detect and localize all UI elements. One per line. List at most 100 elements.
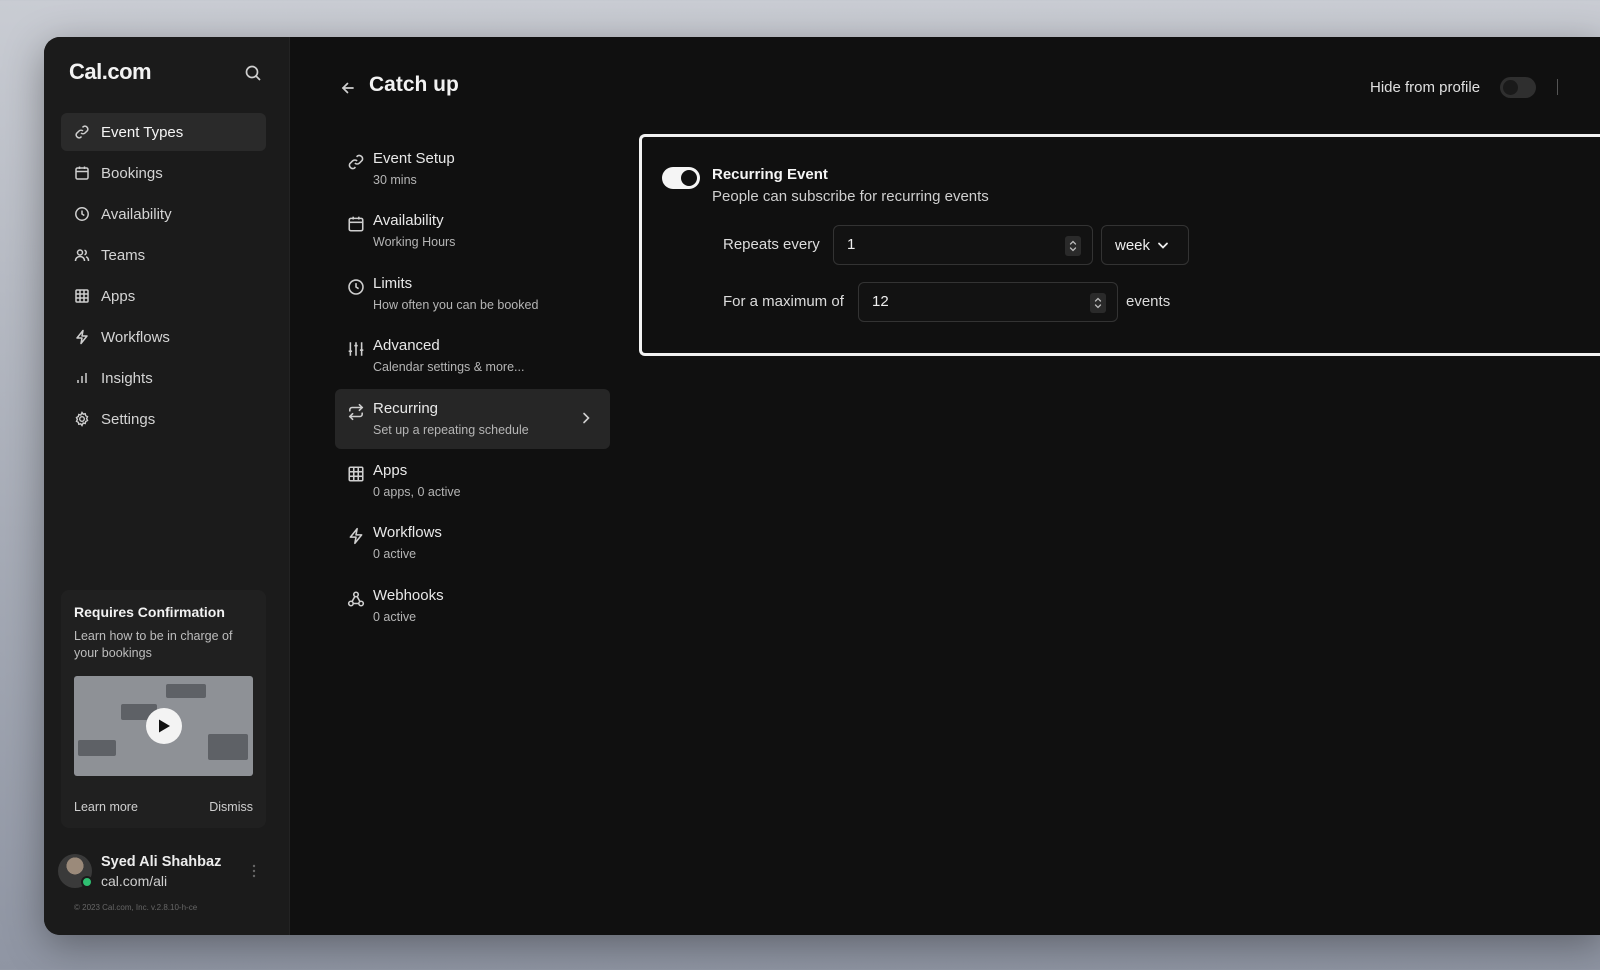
repeats-every-input[interactable]: 1 [833, 225, 1093, 265]
play-icon [157, 718, 171, 734]
gear-icon [73, 410, 91, 428]
sidebar-item-label: Settings [101, 410, 156, 428]
tab-label: Recurring [373, 399, 439, 417]
promo-card: Requires Confirmation Learn how to be in… [61, 590, 266, 828]
clock-icon [347, 278, 365, 296]
frequency-select[interactable]: week [1101, 225, 1189, 265]
sliders-icon [347, 340, 365, 358]
tab-description: Set up a repeating schedule [373, 422, 529, 437]
tab-description: 0 active [373, 609, 417, 624]
hide-from-profile-toggle[interactable] [1500, 77, 1536, 98]
grid-icon [347, 465, 365, 483]
sidebar-item-label: Workflows [101, 328, 170, 346]
promo-title: Requires Confirmation [74, 604, 225, 620]
webhook-icon [347, 590, 365, 608]
tab-event-setup[interactable]: Event Setup 30 mins [335, 139, 610, 199]
sidebar-item-teams[interactable]: Teams [61, 236, 266, 274]
event-settings-nav: Event Setup 30 mins Availability Working… [335, 139, 610, 638]
events-unit-label: events [1126, 293, 1171, 310]
chevron-right-icon [578, 410, 594, 426]
tab-description: 30 mins [373, 173, 417, 187]
tab-label: Apps [373, 461, 408, 479]
sidebar-item-label: Bookings [101, 164, 163, 182]
recurring-event-toggle[interactable] [662, 167, 700, 189]
hide-from-profile-label: Hide from profile [1370, 79, 1481, 96]
link-icon [347, 153, 365, 171]
tab-apps[interactable]: Apps 0 apps, 0 active [335, 451, 610, 511]
more-vertical-icon[interactable] [248, 860, 260, 882]
page-title: Catch up [369, 73, 459, 96]
sidebar-item-label: Availability [101, 205, 172, 223]
sidebar-item-workflows[interactable]: Workflows [61, 318, 266, 356]
calendar-icon [73, 164, 91, 182]
tab-webhooks[interactable]: Webhooks 0 active [335, 576, 610, 636]
tab-label: Webhooks [373, 586, 444, 604]
maximum-label: For a maximum of [723, 293, 844, 310]
app-logo[interactable]: Cal.com [69, 59, 152, 85]
sidebar-item-label: Insights [101, 369, 153, 387]
sidebar-item-label: Apps [101, 287, 136, 305]
tab-label: Limits [373, 274, 413, 292]
sidebar-item-label: Teams [101, 246, 146, 264]
users-icon [73, 246, 91, 264]
tab-description: How often you can be booked [373, 297, 539, 312]
tab-description: Calendar settings & more... [373, 360, 525, 375]
header-divider [1557, 79, 1558, 95]
thumbnail-block [208, 734, 248, 760]
promo-description: Learn how to be in charge of your bookin… [74, 629, 233, 660]
tab-limits[interactable]: Limits How often you can be booked [335, 264, 610, 324]
tab-label: Advanced [373, 337, 440, 355]
maximum-occurrences-input[interactable]: 12 [858, 282, 1118, 322]
tab-advanced[interactable]: Advanced Calendar settings & more... [335, 326, 610, 386]
tab-description: 0 apps, 0 active [373, 484, 461, 499]
zap-icon [73, 328, 91, 346]
user-url: cal.com/ali [101, 873, 168, 889]
clock-icon [73, 205, 91, 223]
tab-label: Availability [373, 212, 444, 230]
sidebar-item-bookings[interactable]: Bookings [61, 154, 266, 192]
grid-icon [73, 287, 91, 305]
repeats-every-value: 1 [847, 236, 856, 253]
toggle-knob [1503, 80, 1518, 95]
tab-label: Event Setup [373, 150, 455, 167]
user-profile[interactable]: Syed Ali Shahbaz cal.com/ali [58, 852, 263, 892]
promo-video-thumbnail[interactable] [74, 676, 253, 776]
user-name: Syed Ali Shahbaz [101, 854, 222, 870]
learn-more-link[interactable]: Learn more [74, 800, 138, 814]
repeats-every-label: Repeats every [723, 236, 820, 253]
thumbnail-block [166, 684, 206, 698]
tab-workflows[interactable]: Workflows 0 active [335, 513, 610, 573]
sidebar-item-availability[interactable]: Availability [61, 195, 266, 233]
search-icon[interactable] [243, 63, 263, 83]
play-button[interactable] [146, 708, 182, 744]
toggle-knob [681, 170, 697, 186]
zap-icon [347, 527, 365, 545]
calendar-icon [347, 215, 365, 233]
tab-description: 0 active [373, 547, 417, 562]
chevron-down-icon [1156, 238, 1170, 252]
stepper-icon[interactable] [1090, 293, 1106, 313]
sidebar-item-event-types[interactable]: Event Types [61, 113, 266, 151]
sidebar-item-label: Event Types [101, 123, 184, 141]
tab-description: Working Hours [373, 235, 456, 250]
sidebar-item-settings[interactable]: Settings [61, 400, 266, 438]
recurring-event-description: People can subscribe for recurring event… [712, 188, 989, 205]
online-status-indicator [81, 876, 93, 888]
stepper-icon[interactable] [1065, 236, 1081, 256]
thumbnail-block [78, 740, 116, 756]
app-window: Cal.com Event Types Bookings Availabilit… [44, 37, 1600, 935]
sidebar-nav: Event Types Bookings Availability Teams … [61, 113, 266, 441]
tab-availability[interactable]: Availability Working Hours [335, 201, 610, 261]
copyright-text: © 2023 Cal.com, Inc. v.2.8.10-h-ce [74, 903, 198, 912]
sidebar-item-insights[interactable]: Insights [61, 359, 266, 397]
bar-chart-icon [73, 369, 91, 387]
maximum-value: 12 [872, 293, 889, 310]
promo-actions: Learn more Dismiss [74, 800, 253, 814]
link-icon [73, 123, 91, 141]
frequency-value: week [1115, 236, 1151, 254]
sidebar: Cal.com Event Types Bookings Availabilit… [44, 37, 290, 935]
back-arrow-icon[interactable] [338, 78, 358, 98]
dismiss-button[interactable]: Dismiss [209, 800, 253, 814]
tab-recurring[interactable]: Recurring Set up a repeating schedule [335, 388, 610, 449]
sidebar-item-apps[interactable]: Apps [61, 277, 266, 315]
